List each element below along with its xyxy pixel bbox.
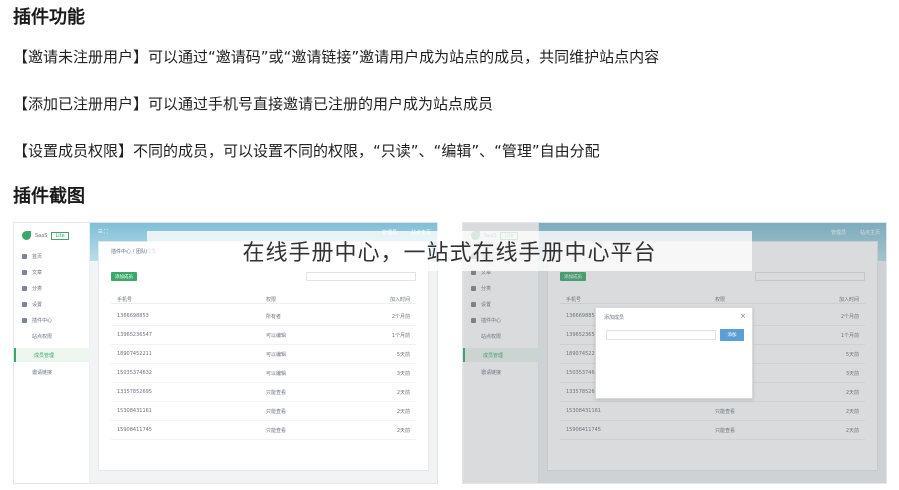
sidebar-item-label: 插件中心	[32, 318, 53, 324]
col-phone: 手机号	[117, 297, 133, 303]
row-phone: 1366698853	[117, 313, 149, 319]
row-phone: 13357852695	[117, 389, 152, 395]
table-row: 13965236547 可以编辑 1个月前	[111, 327, 416, 345]
table-header: 手机号 权限 加入时间	[111, 294, 416, 304]
row-role: 所有者	[266, 314, 282, 320]
plugin-icon	[22, 318, 27, 323]
row-role-select[interactable]: 可以编辑	[266, 332, 286, 339]
add-member-modal: 添加成员 × 添加	[595, 307, 753, 399]
search-input[interactable]	[306, 272, 416, 281]
row-role-select[interactable]: 只能查看	[266, 408, 286, 415]
add-member-button[interactable]: 添加成员	[111, 272, 137, 281]
row-phone: 15035374632	[117, 370, 152, 376]
row-role-select[interactable]: 可以编辑	[266, 351, 286, 358]
row-time: 2个月前	[391, 314, 410, 320]
logo-text: SaaS	[35, 232, 48, 239]
feature-member-permissions: 【设置成员权限】不同的成员，可以设置不同的权限，“只读”、“编辑”、“管理”自由…	[13, 142, 600, 160]
table-row: 15308431161 只能查看 2天前	[111, 403, 416, 421]
sidebar-item-label: 站点权限	[32, 334, 53, 340]
gear-icon	[22, 302, 27, 307]
modal-title: 添加成员	[604, 315, 625, 321]
phone-input[interactable]	[606, 330, 716, 340]
row-time: 3天前	[396, 371, 410, 377]
row-time: 2天前	[396, 428, 410, 434]
row-phone: 15908411745	[117, 427, 152, 433]
table-row: 18907452211 可以编辑 5天前	[111, 346, 416, 364]
sidebar-item-label: 首页	[32, 254, 43, 260]
sidebar-item-settings[interactable]: 设置	[22, 301, 42, 308]
bird-logo-icon	[22, 231, 31, 240]
member-panel: 插件中心 / 团队成员 添加成员 手机号 权限 加入时间 1366698853 所…	[98, 241, 429, 471]
sidebar: SaaS Lite 首页 文章 分类 设置 插件中心 站点权限 成员管理 邀请链…	[14, 223, 90, 483]
row-phone: 18907452211	[117, 351, 152, 357]
sidebar-item-label: 设置	[32, 302, 43, 308]
row-phone: 13965236547	[117, 332, 152, 338]
features-heading: 插件功能	[13, 7, 85, 28]
row-time: 5天前	[396, 352, 410, 358]
row-time: 1个月前	[391, 333, 410, 339]
row-role-select[interactable]: 只能查看	[266, 427, 286, 434]
sidebar-item-label: 分类	[32, 286, 43, 292]
menu-toggle-icon[interactable]: ☰ ⛶	[98, 229, 108, 235]
row-time: 2天前	[396, 409, 410, 415]
col-time: 加入时间	[389, 297, 410, 303]
feature-add-registered: 【添加已注册用户】可以通过手机号直接邀请已注册的用户成为站点成员	[13, 95, 494, 113]
close-icon[interactable]: ×	[740, 312, 746, 320]
grid-icon	[22, 286, 27, 291]
row-time: 2天前	[396, 390, 410, 396]
table-row: 15908411745 只能查看 2天前	[111, 422, 416, 440]
logo-tag: Lite	[51, 231, 69, 240]
sidebar-item-home[interactable]: 首页	[22, 253, 42, 260]
screenshots-heading: 插件截图	[13, 186, 85, 207]
sidebar-item-label: 邀请链接	[32, 370, 53, 376]
sidebar-item-categories[interactable]: 分类	[22, 285, 42, 292]
table-row: 13357852695 只能查看 2天前	[111, 384, 416, 402]
row-role-select[interactable]: 可以编辑	[266, 370, 286, 377]
add-member-label: 添加成员	[115, 274, 133, 280]
table-row: 1366698853 所有者 2个月前	[111, 308, 416, 326]
sidebar-item-invite-link[interactable]: 邀请链接	[32, 369, 52, 376]
sidebar-item-articles[interactable]: 文章	[22, 269, 42, 276]
feature-invite-unregistered: 【邀请未注册用户】可以通过“邀请码”或“邀请链接”邀请用户成为站点的成员，共同维…	[13, 48, 660, 66]
sidebar-item-site-permissions[interactable]: 站点权限	[32, 333, 52, 340]
article-icon	[22, 270, 27, 275]
sidebar-item-members[interactable]: 成员管理	[14, 348, 90, 362]
watermark-banner: 在线手册中心，一站式在线手册中心平台	[147, 231, 752, 271]
sidebar-item-plugins[interactable]: 插件中心	[22, 317, 52, 324]
sidebar-item-label: 文章	[32, 270, 43, 276]
col-role: 权限	[266, 297, 277, 303]
home-icon	[22, 254, 27, 259]
table-row: 15035374632 可以编辑 3天前	[111, 365, 416, 383]
watermark-text: 在线手册中心，一站式在线手册中心平台	[242, 241, 657, 266]
modal-add-button[interactable]: 添加	[720, 329, 744, 341]
row-phone: 15308431161	[117, 408, 152, 414]
modal-add-label: 添加	[727, 333, 737, 338]
sidebar-item-label: 成员管理	[34, 352, 55, 359]
row-role-select[interactable]: 只能查看	[266, 389, 286, 396]
logo: SaaS Lite	[22, 231, 69, 240]
